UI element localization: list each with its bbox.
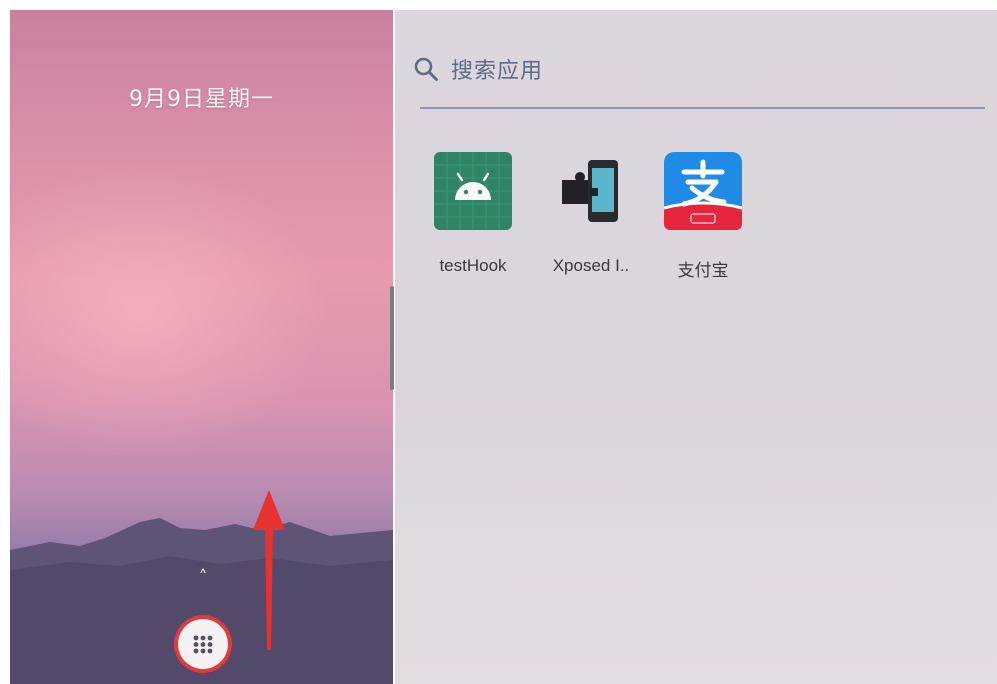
app-search-input[interactable]: 搜索应用: [451, 53, 543, 85]
home-screen: 9月9日星期一 ˄: [10, 10, 393, 684]
search-underline: [420, 107, 985, 109]
android-robot-icon: [434, 152, 512, 230]
search-icon: [414, 57, 438, 81]
app-label: 支付宝: [677, 261, 729, 280]
app-grid-icon: [193, 635, 213, 654]
screen-divider-handle: [390, 286, 394, 390]
wallpaper-glow: [10, 160, 330, 460]
app-label: Xposed I..: [552, 256, 630, 275]
app-alipay[interactable]: 支付宝: [655, 152, 751, 281]
swipe-up-chevron-icon: ˄: [198, 567, 208, 588]
xposed-puzzle-phone-icon: [552, 152, 630, 230]
app-testhook[interactable]: testHook: [425, 152, 521, 276]
app-label: testHook: [439, 256, 507, 275]
app-xposed-installer[interactable]: Xposed I..: [543, 152, 639, 276]
app-drawer: 搜索应用 testHook Xposed I.. 支付宝: [395, 10, 997, 684]
alipay-icon: [664, 152, 742, 230]
app-search-bar[interactable]: 搜索应用: [413, 50, 543, 88]
annotation-up-arrow-icon: [253, 490, 285, 650]
all-apps-button[interactable]: [178, 619, 228, 669]
home-date: 9月9日星期一: [129, 87, 274, 112]
